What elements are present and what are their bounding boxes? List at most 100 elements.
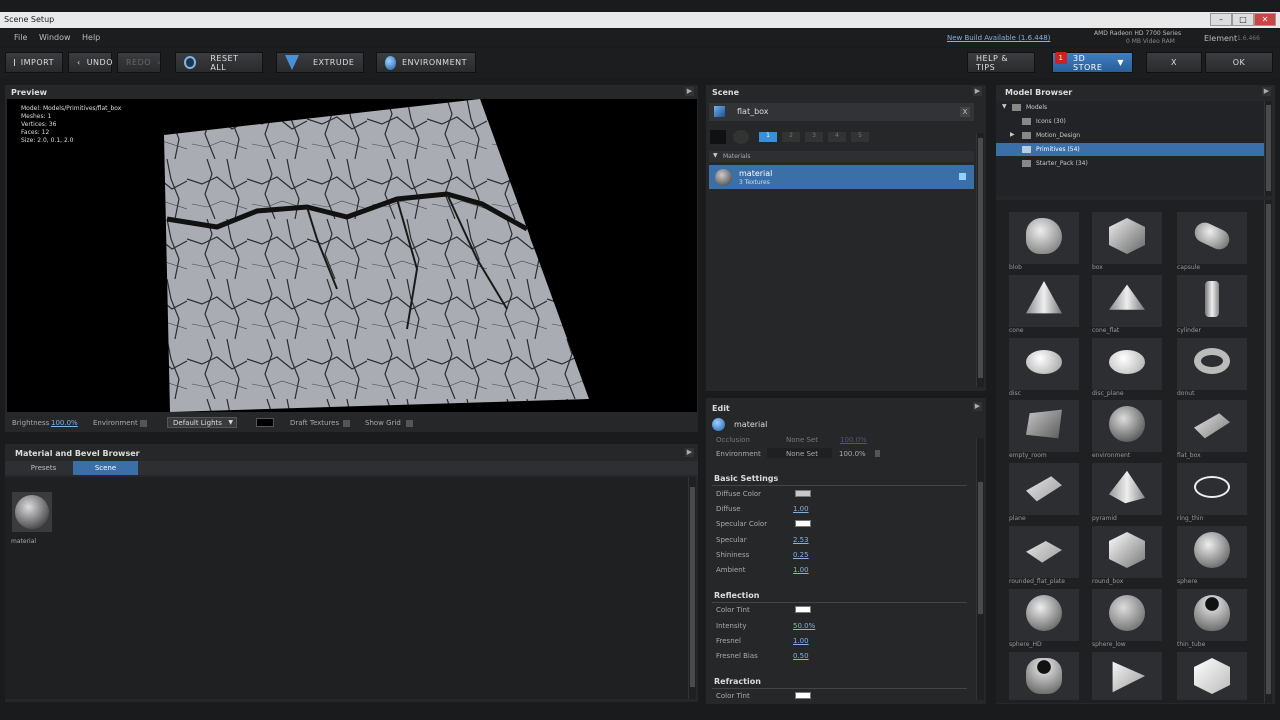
occlusion-pct[interactable]: 100.0% — [840, 436, 867, 444]
environment-button[interactable]: ENVIRONMENT — [376, 52, 476, 73]
model-tile-empty-room[interactable]: empty_room — [1009, 400, 1079, 459]
model-tile-plane[interactable]: plane — [1009, 463, 1079, 522]
tree-motion-design[interactable]: ▶ Motion_Design — [1000, 130, 1140, 142]
menu-help[interactable]: Help — [82, 33, 100, 42]
tree-models[interactable]: ▼ Models — [1000, 102, 1140, 114]
intensity-value[interactable]: 50.0% — [793, 622, 815, 630]
edit-expand-icon[interactable]: ▶ — [973, 402, 982, 411]
model-tile-environment[interactable]: environment — [1092, 400, 1162, 459]
reset-all-button[interactable]: RESET ALL — [175, 52, 263, 73]
extrude-button[interactable]: EXTRUDE — [276, 52, 364, 73]
specular-color-swatch[interactable] — [795, 520, 811, 527]
tree-icons[interactable]: Icons (30) — [1000, 116, 1140, 128]
tab-scene[interactable]: Scene — [73, 461, 138, 475]
ok-button[interactable]: OK — [1205, 52, 1273, 73]
tree-motion-design-label: Motion_Design — [1036, 132, 1081, 139]
help-tips-button[interactable]: HELP & TIPS — [967, 52, 1035, 73]
model-browser-expand-icon[interactable]: ▶ — [1262, 87, 1271, 96]
environment-map-toggle[interactable] — [875, 450, 880, 457]
model-tile-disc[interactable]: disc — [1009, 338, 1079, 397]
shininess-value[interactable]: 0.25 — [793, 551, 809, 559]
reflection-tint-swatch[interactable] — [795, 606, 811, 613]
model-tile-triangle-half[interactable] — [1177, 652, 1247, 700]
redo-button[interactable]: REDO › — [117, 52, 161, 73]
scene-object-row[interactable]: flat_box X — [709, 103, 974, 121]
material-browser-expand-icon[interactable]: ▶ — [685, 448, 694, 457]
ambient-label: Ambient — [716, 566, 746, 574]
scene-expand-icon[interactable]: ▶ — [973, 87, 982, 96]
light-tool-icon[interactable] — [710, 130, 726, 144]
diffuse-value[interactable]: 1.00 — [793, 505, 809, 513]
specular-label: Specular — [716, 536, 747, 544]
model-tile-disc-plane[interactable]: disc_plane — [1092, 338, 1162, 397]
model-tile-triangle[interactable] — [1092, 652, 1162, 700]
tree-starter-pack[interactable]: Starter_Pack (34) — [1000, 158, 1140, 170]
material-row[interactable]: material 3 Textures — [709, 165, 974, 189]
window-close-button[interactable]: ✕ — [1254, 13, 1276, 26]
menu-window[interactable]: Window — [39, 33, 71, 42]
element-label: Element — [1204, 34, 1238, 43]
tab-presets[interactable]: Presets — [15, 461, 72, 475]
environment-label: ENVIRONMENT — [401, 58, 467, 67]
material-browser-scrollbar[interactable] — [688, 477, 696, 699]
environment-map-value[interactable]: None Set — [786, 450, 818, 458]
model-tree-scrollbar[interactable] — [1264, 101, 1272, 196]
scene-scrollbar[interactable] — [976, 133, 984, 387]
tree-primitives[interactable]: Primitives (54) — [996, 143, 1264, 156]
model-tile-sphere-low[interactable]: sphere_low — [1092, 589, 1162, 648]
model-grid-scrollbar[interactable] — [1264, 200, 1272, 703]
undo-button[interactable]: ‹ UNDO — [68, 52, 112, 73]
layer-tab-3[interactable]: 3 — [805, 132, 823, 142]
show-grid-checkbox[interactable] — [406, 420, 413, 427]
fresnel-value[interactable]: 1.00 — [793, 637, 809, 645]
preview-viewport[interactable]: Model: Models/Primitives/flat_box Meshes… — [7, 99, 697, 412]
cancel-x-button[interactable]: X — [1146, 52, 1202, 73]
preview-expand-icon[interactable]: ▶ — [685, 87, 694, 96]
model-tile-thin-tube[interactable]: thin_tube — [1177, 589, 1247, 648]
model-tile-pyramid[interactable]: pyramid — [1092, 463, 1162, 522]
layer-tab-5[interactable]: 5 — [851, 132, 869, 142]
environment-checkbox[interactable] — [140, 420, 147, 427]
model-tile-donut[interactable]: donut — [1177, 338, 1247, 397]
material-thumbnail[interactable] — [12, 492, 52, 532]
background-color-swatch[interactable] — [256, 418, 274, 427]
scene-object-close-button[interactable]: X — [960, 107, 970, 117]
model-tile-round-box[interactable]: round_box — [1092, 526, 1162, 585]
model-tile-blob[interactable]: blob — [1009, 212, 1079, 271]
import-button[interactable]: IMPORT — [5, 52, 63, 73]
brightness-value[interactable]: 100.0% — [51, 419, 78, 427]
model-tile-sphere[interactable]: sphere — [1177, 526, 1247, 585]
model-tile-cone[interactable]: cone — [1009, 275, 1079, 334]
update-link[interactable]: New Build Available (1.6.448) — [947, 34, 1050, 42]
model-tile-thin-tube-rounded[interactable] — [1009, 652, 1079, 700]
model-tile-ring-thin[interactable]: ring_thin — [1177, 463, 1247, 522]
draft-textures-checkbox[interactable] — [343, 420, 350, 427]
ambient-value[interactable]: 1.00 — [793, 566, 809, 574]
layer-tab-2[interactable]: 2 — [782, 132, 800, 142]
model-tile-flat-box[interactable]: flat_box — [1177, 400, 1247, 459]
specular-value[interactable]: 2.53 — [793, 536, 809, 544]
materials-group-header[interactable]: ▼ Materials — [709, 151, 974, 162]
folder-icon — [1022, 160, 1031, 167]
edit-scrollbar[interactable] — [976, 438, 984, 700]
refraction-tint-swatch[interactable] — [795, 692, 811, 699]
gear-icon[interactable] — [733, 130, 749, 144]
3d-store-button[interactable]: 1 3D STORE ▼ — [1052, 52, 1133, 73]
maximize-button[interactable]: □ — [1232, 13, 1254, 26]
fresnel-bias-value[interactable]: 0.50 — [793, 652, 809, 660]
menu-file[interactable]: File — [14, 33, 27, 42]
model-tile-cylinder[interactable]: cylinder — [1177, 275, 1247, 334]
model-tile-box[interactable]: box — [1092, 212, 1162, 271]
minimize-button[interactable]: – — [1210, 13, 1232, 26]
lights-dropdown[interactable]: Default Lights ▼ — [167, 417, 237, 428]
layer-tab-4[interactable]: 4 — [828, 132, 846, 142]
diffuse-color-swatch[interactable] — [795, 490, 811, 497]
occlusion-value[interactable]: None Set — [786, 436, 818, 444]
model-tile-cone-flat[interactable]: cone_flat — [1092, 275, 1162, 334]
layer-tab-1[interactable]: 1 — [759, 132, 777, 142]
model-tile-rounded-flat-plate[interactable]: rounded_flat_plate — [1009, 526, 1079, 585]
model-tile-sphere-hd[interactable]: sphere_HD — [1009, 589, 1079, 648]
environment-map-pct[interactable]: 100.0% — [839, 450, 866, 458]
model-tile-capsule[interactable]: capsule — [1177, 212, 1247, 271]
model-preview-thin-tube-rounded — [1026, 658, 1062, 694]
